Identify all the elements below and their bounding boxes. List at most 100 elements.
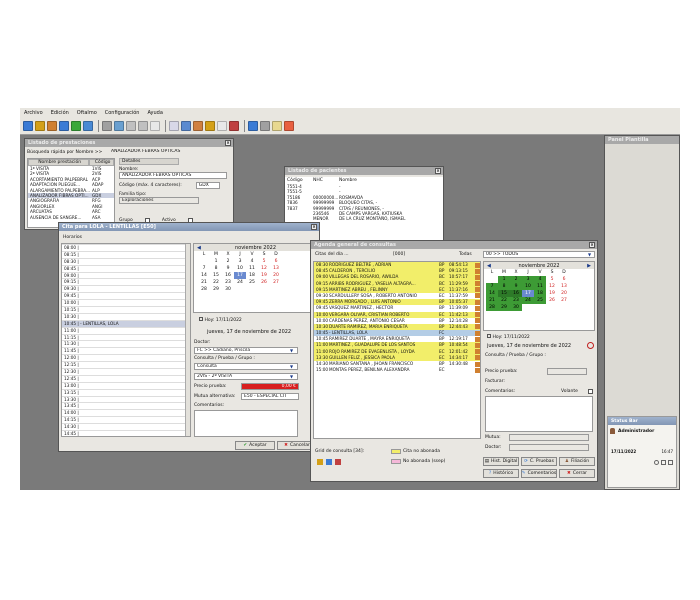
calendar-day[interactable]: 9 xyxy=(510,283,522,290)
calendar-day[interactable]: 19 xyxy=(546,290,558,297)
next-month-icon[interactable]: ▶ xyxy=(587,263,591,269)
calendar-day[interactable]: 5 xyxy=(546,276,558,283)
calendar-day[interactable]: 4 xyxy=(246,258,258,265)
lock-icon[interactable] xyxy=(661,460,666,465)
calendar-day[interactable]: 11 xyxy=(246,265,258,272)
calendar-day[interactable]: 20 xyxy=(270,272,282,279)
calendar-day[interactable]: 25 xyxy=(246,279,258,286)
hour-slot[interactable]: 08:15 | xyxy=(62,250,190,258)
hist-digital-button[interactable]: ▤ Hist. Digital xyxy=(483,457,519,466)
calendar-day[interactable]: 10 xyxy=(234,265,246,272)
hour-slot[interactable]: 09:15 | xyxy=(62,278,190,285)
col-header-name[interactable]: Nombre xyxy=(339,178,357,183)
hour-slot[interactable]: 09:30 | xyxy=(62,285,190,292)
calendar-day[interactable]: 15 xyxy=(210,272,222,279)
calendar-day[interactable]: 27 xyxy=(558,297,570,304)
hour-slot[interactable]: 12:00 | xyxy=(62,354,190,361)
consulta-select[interactable]: Consulta xyxy=(194,363,298,370)
mutua-select[interactable]: E50 - ESPECIAL CIT xyxy=(241,393,299,400)
calendar-day[interactable]: 25 xyxy=(534,297,546,304)
menu-item-configuracion[interactable]: Configuración xyxy=(105,110,140,116)
calendar-day[interactable]: 27 xyxy=(270,279,282,286)
calendar-day[interactable]: 30 xyxy=(510,304,522,311)
reload-icon[interactable] xyxy=(587,342,594,349)
hour-slot[interactable]: 11:15 | xyxy=(62,333,190,341)
hour-slot[interactable]: 08:00 | xyxy=(62,244,190,251)
agenda-precio-field[interactable] xyxy=(547,368,587,375)
calendar-day[interactable]: 12 xyxy=(546,283,558,290)
menu-item-edicion[interactable]: Edición xyxy=(51,110,69,116)
prev-month-icon[interactable]: ◀ xyxy=(197,245,201,251)
agenda-doctor-field[interactable] xyxy=(509,444,589,451)
calendar-day[interactable]: 29 xyxy=(210,286,222,293)
col-header-name[interactable]: Nombre prestación xyxy=(28,159,90,166)
code-field[interactable]: GDX xyxy=(195,182,220,189)
calendar-day[interactable]: 11 xyxy=(534,283,546,290)
comentarios-button[interactable]: ✎ Comentarios xyxy=(521,469,557,478)
toolbar-button-icon[interactable] xyxy=(71,120,81,131)
toolbar-button-icon[interactable] xyxy=(248,120,258,131)
calendar-day[interactable]: 24 xyxy=(522,297,534,304)
calendar-day[interactable]: 15 xyxy=(498,290,510,297)
menu-item-ayuda[interactable]: Ayuda xyxy=(147,110,162,116)
menu-item-oftalmo[interactable]: Oftalmo xyxy=(77,110,97,116)
historico-button[interactable]: ? Histórico xyxy=(483,469,519,478)
calendar-day[interactable]: 26 xyxy=(546,297,558,304)
calendar-day[interactable]: 9 xyxy=(222,265,234,272)
calendar-day[interactable]: 13 xyxy=(270,265,282,272)
toolbar-button-icon[interactable] xyxy=(284,120,294,131)
calendar-day[interactable]: 21 xyxy=(486,297,498,304)
menu-item-archivo[interactable]: Archivo xyxy=(24,110,43,116)
hour-slot[interactable]: 12:15 | xyxy=(62,361,190,368)
visita-select[interactable]: 2VIS - 2ª VISITA xyxy=(194,373,298,380)
calendar-day[interactable]: 2 xyxy=(510,276,522,283)
type-field[interactable]: Exploraciones xyxy=(119,197,199,204)
appointment-row[interactable]: 15:00 MONTAS PEREZ, BENILNA ALEXANDRA EC xyxy=(314,367,480,374)
chevron-down-icon[interactable]: ▼ xyxy=(290,364,293,369)
hour-slot[interactable]: 11:30 | xyxy=(62,340,190,347)
today-checkbox[interactable] xyxy=(199,317,203,321)
hour-slot[interactable]: 14:30 | xyxy=(62,423,190,430)
hour-slot[interactable]: 14:45 | xyxy=(62,430,190,436)
c-pruebas-button[interactable]: ⟳ C. Pruebas xyxy=(521,457,557,466)
hour-slot[interactable]: 10:00 | xyxy=(62,299,190,306)
hour-slot[interactable]: 13:15 | xyxy=(62,388,190,396)
precio-field[interactable]: 0,00 € xyxy=(241,383,299,390)
hour-slot[interactable]: 10:15 | xyxy=(62,306,190,313)
calendar-day[interactable]: 14 xyxy=(198,272,210,279)
toolbar-button-icon[interactable] xyxy=(35,120,45,131)
calendar-day[interactable]: 28 xyxy=(198,286,210,293)
comments-textarea[interactable] xyxy=(194,410,298,437)
close-icon[interactable]: × xyxy=(311,224,317,230)
toolbar-button-icon[interactable] xyxy=(138,120,148,131)
toolbar-button-icon[interactable] xyxy=(205,120,215,131)
hour-slot[interactable]: 08:30 | xyxy=(62,257,190,265)
toolbar-button-icon[interactable] xyxy=(23,120,33,131)
filiacion-button[interactable]: ♟ Filiación xyxy=(559,457,595,466)
name-field[interactable]: ANALIZADOR FEBRAS ÓPTICAS xyxy=(119,172,227,179)
hour-slot[interactable]: 14:00 | xyxy=(62,409,190,416)
volante-checkbox[interactable] xyxy=(588,389,593,394)
hour-slot[interactable]: 09:00 | xyxy=(62,271,190,279)
toolbar-button-icon[interactable] xyxy=(114,120,124,131)
hour-slot[interactable]: 12:45 | xyxy=(62,374,190,382)
agenda-mutua-field[interactable] xyxy=(509,434,589,441)
toolbar-button-icon[interactable] xyxy=(102,120,112,131)
hour-slot[interactable]: 11:00 | xyxy=(62,326,190,334)
calendar-day[interactable]: 29 xyxy=(498,304,510,311)
col-header-code[interactable]: Código xyxy=(287,178,313,183)
hour-slot[interactable]: 11:45 | xyxy=(62,347,190,354)
calendar-day[interactable]: 8 xyxy=(210,265,222,272)
calendar-day[interactable]: 3 xyxy=(522,276,534,283)
calendar-day[interactable]: 14 xyxy=(486,290,498,297)
calendar-day[interactable]: 23 xyxy=(510,297,522,304)
todas-select[interactable]: 00 >> TODOS xyxy=(483,251,595,258)
quick-search-input[interactable]: ANALIZADOR FEBRAS ÓPTICAS xyxy=(109,149,201,156)
exit-icon[interactable] xyxy=(668,460,673,465)
col-header-nhc[interactable]: NHC xyxy=(313,178,339,183)
calendar-day[interactable]: 6 xyxy=(270,258,282,265)
toolbar-button-icon[interactable] xyxy=(217,120,227,131)
calendar-day[interactable]: 2 xyxy=(222,258,234,265)
calendar-day[interactable]: 28 xyxy=(486,304,498,311)
toolbar-button-icon[interactable] xyxy=(260,120,270,131)
